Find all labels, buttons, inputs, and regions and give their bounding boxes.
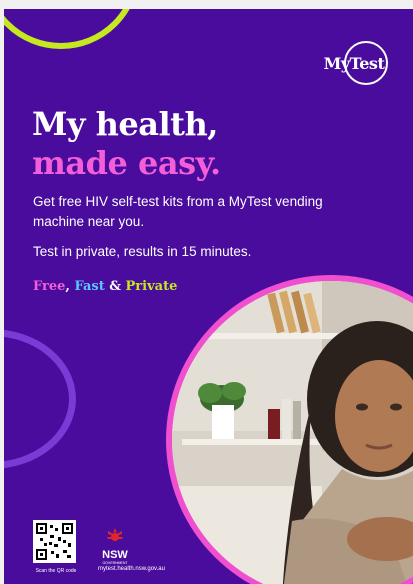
qr-code-icon <box>36 523 73 560</box>
poster: MyTest My health, made easy. Get free HI… <box>4 9 413 584</box>
waratah-icon <box>107 528 123 541</box>
qr-caption: Scan the QR code <box>35 568 77 574</box>
tagline-fast: Fast <box>74 279 105 294</box>
mytest-logo: MyTest <box>320 41 388 85</box>
nsw-label: NSW <box>102 549 128 561</box>
tagline: Free, Fast & Private <box>33 279 177 294</box>
tagline-free: Free <box>33 279 66 294</box>
body-copy: Get free HIV self-test kits from a MyTes… <box>33 192 373 262</box>
logo-text: MyTest <box>323 53 385 73</box>
photo-frame <box>166 275 413 584</box>
woman-portrait-photo <box>172 281 413 584</box>
headline-line-2: made easy. <box>32 144 221 182</box>
decorative-ring-lime <box>4 9 140 49</box>
nsw-government-logo: NSW GOVERNMENT <box>99 527 131 565</box>
headline-line-1: My health, <box>32 105 218 143</box>
tagline-separator-2: & <box>104 279 126 294</box>
body-paragraph-1: Get free HIV self-test kits from a MyTes… <box>33 194 323 229</box>
portrait-illustration <box>172 281 413 584</box>
qr-code[interactable] <box>33 520 76 563</box>
decorative-ring-purple <box>4 329 76 469</box>
headline: My health, made easy. <box>32 105 221 183</box>
tagline-private: Private <box>125 279 178 294</box>
website-url[interactable]: mytest.health.nsw.gov.au <box>98 566 165 572</box>
nsw-sub-label: GOVERNMENT <box>102 561 128 565</box>
body-paragraph-2: Test in private, results in 15 minutes. <box>33 244 252 259</box>
